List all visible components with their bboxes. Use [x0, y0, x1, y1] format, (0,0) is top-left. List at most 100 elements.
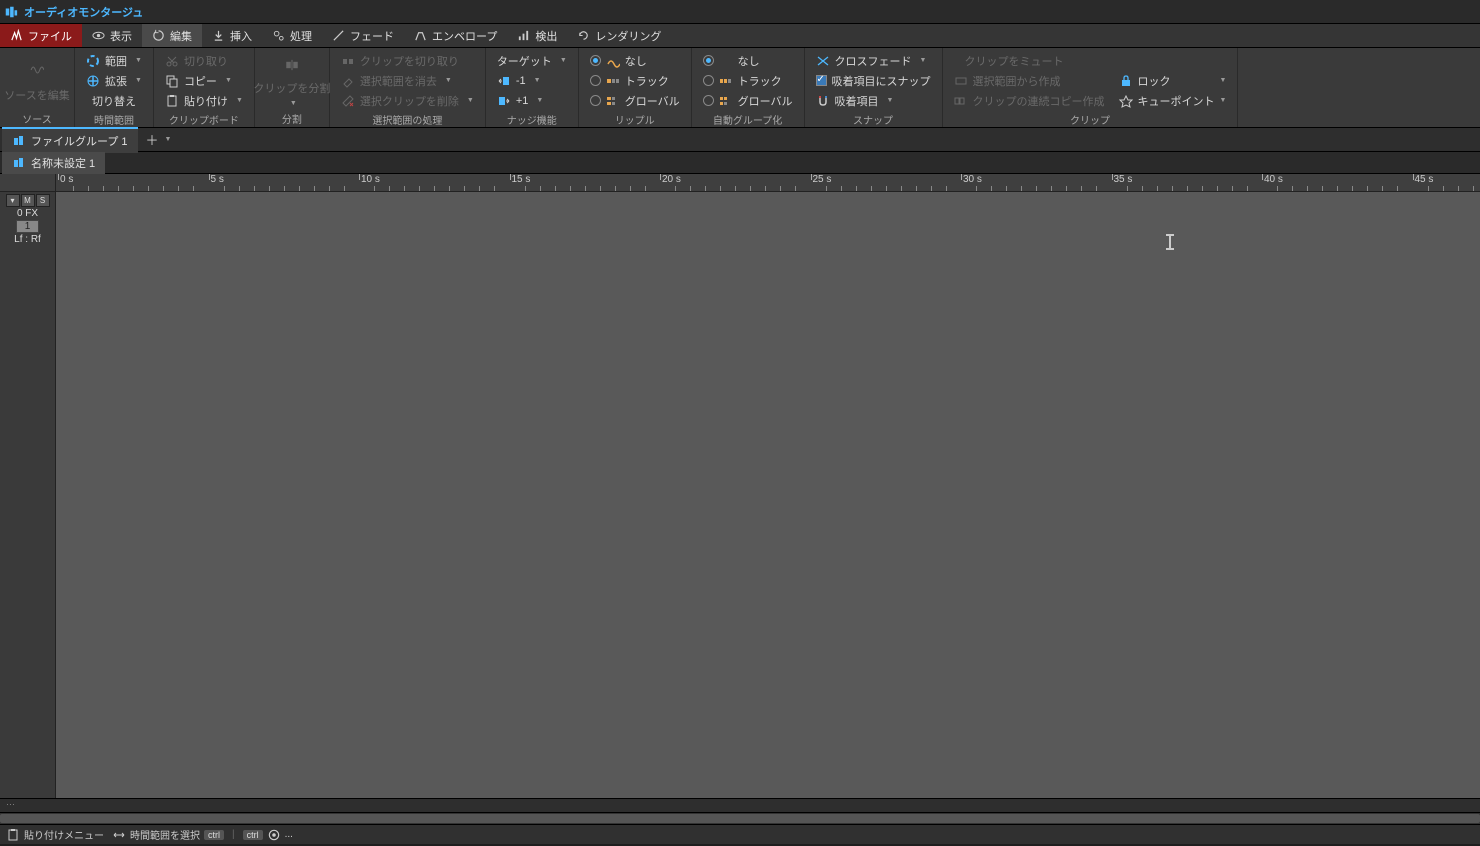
ruler-minor-tick: [976, 186, 977, 191]
ruler-minor-tick: [555, 186, 556, 191]
autogroup-global-icon: [719, 94, 733, 108]
text-cursor-icon: [1169, 234, 1171, 250]
ruler-minor-tick: [88, 186, 89, 191]
scrollbar-thumb[interactable]: [0, 814, 1480, 823]
ruler-minor-tick: [1428, 186, 1429, 191]
ribbon-group-autogroup: なし トラック グローバル 自動グループ化: [692, 48, 805, 127]
menu-edit[interactable]: 編集: [142, 24, 202, 47]
ruler-major-tick: 25 s: [811, 174, 832, 192]
menu-file[interactable]: ファイル: [0, 24, 82, 47]
clip-repeat-button: クリップの連続コピー作成: [949, 91, 1110, 110]
filetab[interactable]: 名称未設定 1: [2, 152, 105, 174]
erase-sel-button: 選択範囲を消去 ▼: [336, 71, 479, 90]
track-number[interactable]: 1: [16, 220, 40, 233]
ruler-major-tick: 20 s: [660, 174, 681, 192]
menu-view-label: 表示: [110, 28, 132, 44]
cuepoint-button[interactable]: キューポイント ▼: [1114, 91, 1232, 110]
group-label-split: 分割: [261, 109, 323, 129]
ruler-minor-tick: [1292, 186, 1293, 191]
ruler-minor-tick: [946, 186, 947, 191]
track-area[interactable]: 0 s5 s10 s15 s20 s25 s30 s35 s40 s45 s: [56, 174, 1480, 798]
snap-items-check[interactable]: 吸着項目にスナップ: [811, 71, 936, 90]
autogroup-none-button[interactable]: なし: [698, 51, 798, 70]
ruler-minor-tick: [1006, 186, 1007, 191]
ribbon-group-removesel: クリップを切り取り 選択範囲を消去 ▼ 選択クリップを削除 ▼ 選択範囲の処理: [330, 48, 486, 127]
ruler-minor-tick: [284, 186, 285, 191]
menu-fade-label: フェード: [350, 28, 394, 44]
filegroup-tab[interactable]: ファイルグループ 1: [2, 127, 138, 153]
ribbon-group-clip: クリップをミュート 選択範囲から作成 クリップの連続コピー作成 ロック ▼: [943, 48, 1239, 127]
autogroup-track-icon: [719, 74, 733, 88]
time-ruler[interactable]: 0 s5 s10 s15 s20 s25 s30 s35 s40 s45 s: [56, 174, 1480, 192]
menu-render[interactable]: レンダリング: [567, 24, 671, 47]
chevron-down-icon: ▼: [225, 77, 232, 84]
ripple-global-icon: [606, 94, 620, 108]
lock-button[interactable]: ロック ▼: [1114, 71, 1232, 90]
nudge-right-icon: [497, 94, 511, 108]
nudge-plus-button[interactable]: +1 ▼: [492, 91, 572, 110]
filegroup-bar: ファイルグループ 1 ＋ ▼: [0, 128, 1480, 152]
crossfade-label: クロスフェード: [835, 53, 912, 69]
ruler-minor-tick: [645, 186, 646, 191]
autogroup-track-button[interactable]: トラック: [698, 71, 798, 90]
filegroup-tab-label: ファイルグループ 1: [31, 133, 128, 149]
ripple-global-button[interactable]: グローバル: [585, 91, 685, 110]
add-filegroup-button[interactable]: ＋ ▼: [138, 130, 180, 149]
expand-button[interactable]: 拡張 ▼: [81, 71, 147, 90]
track-solo-button[interactable]: S: [36, 194, 50, 207]
ripple-none-button[interactable]: なし: [585, 51, 685, 70]
clip-repeat-label: クリップの連続コピー作成: [973, 93, 1105, 109]
copy-label: コピー: [184, 73, 217, 89]
ripple-track-button[interactable]: トラック: [585, 71, 685, 90]
status-paste-menu[interactable]: 貼り付けメニュー: [6, 827, 104, 842]
ribbon-group-clipboard: 切り取り コピー ▼ 貼り付け ▼ クリップボード: [154, 48, 255, 127]
ruler-minor-tick: [1096, 186, 1097, 191]
menu-insert[interactable]: 挿入: [202, 24, 262, 47]
snap-targets-button[interactable]: 吸着項目 ▼: [811, 91, 936, 110]
menu-insert-label: 挿入: [230, 28, 252, 44]
menu-analyze-label: 検出: [535, 28, 557, 44]
titlebar-title: オーディオモンタージュ: [24, 4, 143, 20]
toggle-button[interactable]: 切り替え: [81, 91, 147, 110]
ruler-minor-tick: [1127, 186, 1128, 191]
menu-process[interactable]: 処理: [262, 24, 322, 47]
track-fx-label[interactable]: 0 FX: [17, 208, 38, 219]
menu-fade[interactable]: フェード: [322, 24, 404, 47]
crossfade-button[interactable]: クロスフェード ▼: [811, 51, 936, 70]
ruler-minor-tick: [871, 186, 872, 191]
track-header: ▾ M S 0 FX 1 Lf : Rf: [0, 192, 55, 247]
ruler-minor-tick: [1397, 186, 1398, 191]
render-icon: [577, 29, 590, 42]
file-icon: [10, 29, 23, 42]
checkbox-on-icon: [816, 75, 827, 86]
clip-fromsel-label: 選択範囲から作成: [973, 73, 1061, 89]
nudge-minus-button[interactable]: -1 ▼: [492, 71, 572, 90]
paste-button[interactable]: 貼り付け ▼: [160, 91, 248, 110]
nudge-target-button[interactable]: ターゲット ▼: [492, 51, 572, 70]
ruler-minor-tick: [780, 186, 781, 191]
edit-source-label: ソースを編集: [4, 87, 69, 103]
status-select-time[interactable]: 時間範囲を選択 ctrl: [112, 827, 224, 842]
track-menu-button[interactable]: ▾: [6, 194, 20, 207]
montage-icon: [12, 134, 26, 148]
copy-button[interactable]: コピー ▼: [160, 71, 248, 90]
menu-envelope[interactable]: エンベロープ: [404, 24, 507, 47]
status-extra[interactable]: ctrl ...: [243, 828, 293, 842]
horizontal-scrollbar[interactable]: [0, 812, 1480, 824]
menu-analyze[interactable]: 検出: [507, 24, 567, 47]
delete-selclip-label: 選択クリップを削除: [360, 93, 459, 109]
lock-icon: [1119, 74, 1133, 88]
ruler-minor-tick: [314, 186, 315, 191]
insert-icon: [212, 29, 225, 42]
ruler-minor-tick: [389, 186, 390, 191]
range-button[interactable]: 範囲 ▼: [81, 51, 147, 70]
clipboard-icon: [6, 828, 20, 842]
ruler-minor-tick: [479, 186, 480, 191]
chevron-down-icon: ▼: [165, 136, 172, 143]
status-select-label: 時間範囲を選択: [130, 827, 200, 842]
autogroup-global-button[interactable]: グローバル: [698, 91, 798, 110]
track-mute-button[interactable]: M: [21, 194, 35, 207]
ruler-minor-tick: [886, 186, 887, 191]
snap-items-label: 吸着項目にスナップ: [832, 73, 931, 89]
menu-view[interactable]: 表示: [82, 24, 142, 47]
